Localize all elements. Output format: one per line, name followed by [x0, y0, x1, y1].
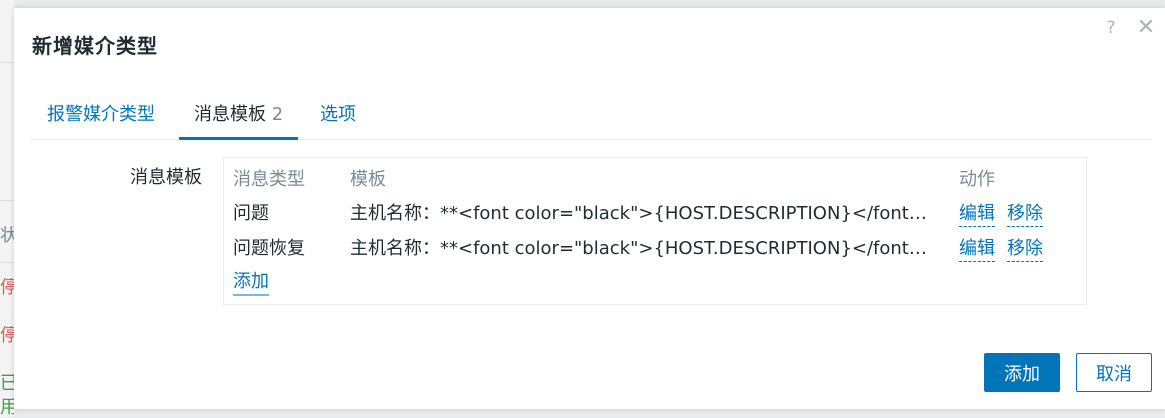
- background-fragment: 已: [0, 374, 14, 394]
- row-template-preview: 主机名称：**<font color="black">{HOST.DESCRIP…: [350, 203, 940, 224]
- row-message-type: 问题恢复: [233, 238, 305, 259]
- tab-message-templates[interactable]: 消息模板 2: [179, 96, 299, 140]
- dialog-title: 新增媒介类型: [32, 34, 158, 58]
- background-fragment: 用: [0, 398, 14, 418]
- header-actions: 动作: [959, 169, 995, 190]
- background-divider: [0, 62, 14, 63]
- tab-count-badge: 2: [271, 104, 284, 125]
- tab-options[interactable]: 选项: [320, 96, 356, 140]
- header-message-type: 消息类型: [233, 169, 305, 190]
- background-fragment: 停: [0, 326, 14, 346]
- add-button[interactable]: 添加: [984, 353, 1060, 392]
- message-templates-label: 消息模板: [130, 167, 202, 188]
- message-templates-table: 消息类型 模板 动作 问题 主机名称：**<font color="black"…: [223, 157, 1087, 305]
- tab-bar: 报警媒介类型 消息模板 2 选项: [30, 96, 1152, 140]
- tab-label: 选项: [320, 104, 356, 125]
- cancel-button[interactable]: 取消: [1076, 353, 1152, 392]
- background-divider: [0, 262, 14, 263]
- tab-media-type[interactable]: 报警媒介类型: [47, 96, 155, 140]
- background-fragment: 停: [0, 278, 14, 298]
- remove-link[interactable]: 移除: [1007, 202, 1043, 227]
- header-template: 模板: [350, 169, 386, 190]
- remove-link[interactable]: 移除: [1007, 237, 1043, 262]
- help-icon[interactable]: ?: [1103, 18, 1119, 38]
- add-template-link[interactable]: 添加: [233, 270, 269, 296]
- edit-link[interactable]: 编辑: [959, 237, 995, 262]
- background-fragment: 状: [0, 226, 14, 246]
- edit-link[interactable]: 编辑: [959, 202, 995, 227]
- row-message-type: 问题: [233, 203, 269, 224]
- row-template-preview: 主机名称：**<font color="black">{HOST.DESCRIP…: [350, 238, 940, 259]
- background-page: 状 停 停 已 用: [0, 0, 14, 418]
- tab-label: 报警媒介类型: [47, 104, 155, 125]
- close-icon[interactable]: ✕: [1134, 15, 1158, 40]
- background-divider: [0, 200, 14, 201]
- tab-label: 消息模板: [194, 104, 266, 125]
- media-type-dialog: 新增媒介类型 ? ✕ 报警媒介类型 消息模板 2 选项 消息模板 消息类型 模板…: [14, 8, 1165, 409]
